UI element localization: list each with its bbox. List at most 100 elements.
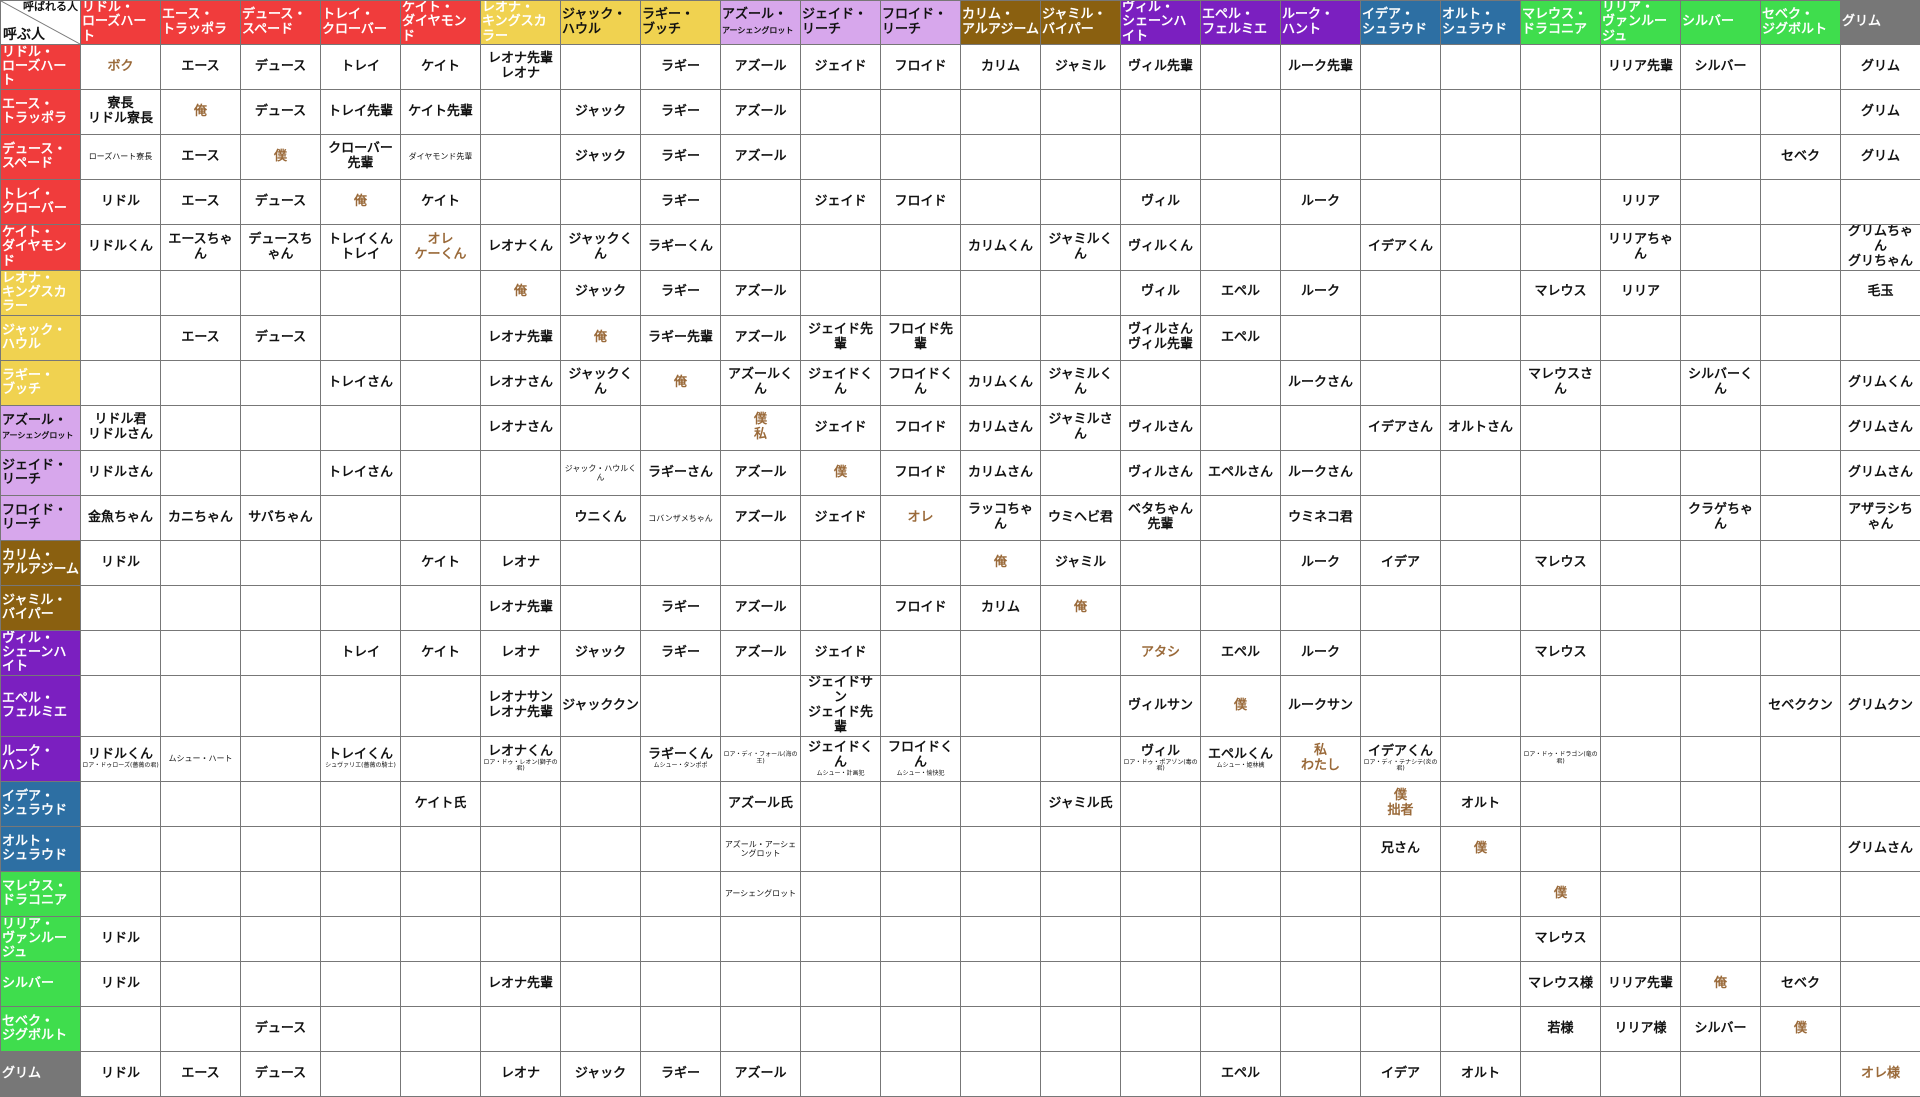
nickname-cell: ヴィルさんヴィル先輩: [1121, 315, 1201, 360]
column-header: レオナ・キングスカラー: [481, 1, 561, 45]
nickname-cell: [881, 782, 961, 827]
nickname-cell: [881, 90, 961, 135]
nickname-cell: アズール: [721, 586, 801, 631]
nickname-cell: [881, 270, 961, 315]
nickname-cell: [1361, 1007, 1441, 1052]
nickname-cell: [1201, 872, 1281, 917]
nickname-cell: [1521, 782, 1601, 827]
nickname-cell: セベク: [1761, 962, 1841, 1007]
nickname-cell: [1761, 631, 1841, 676]
nickname-cell: ジェイド先輩: [801, 315, 881, 360]
nickname-cell: デュース: [241, 315, 321, 360]
nickname-cell: クラゲちゃん: [1681, 496, 1761, 541]
nickname-cell: [1041, 827, 1121, 872]
nickname-cell: [1761, 270, 1841, 315]
nickname-cell: [641, 917, 721, 962]
nickname-cell: マレウス: [1521, 270, 1601, 315]
nickname-cell: [561, 586, 641, 631]
nickname-cell: ジャミルさん: [1041, 406, 1121, 451]
self-reference-cell: 俺: [961, 541, 1041, 586]
nickname-cell: [81, 782, 161, 827]
column-header-name-line2: トラッポラ: [162, 22, 227, 37]
nickname-cell: [641, 676, 721, 737]
nickname-cell: デュース: [241, 180, 321, 225]
nickname-cell: アーシェングロット: [721, 872, 801, 917]
nickname-cell: エペル: [1201, 1052, 1281, 1097]
self-reference-cell: 俺: [161, 90, 241, 135]
nickname-cell: [321, 270, 401, 315]
table-row: ヴィル・シェーンハイトトレイケイトレオナジャックラギーアズールジェイドアタシエペ…: [1, 631, 1920, 676]
nickname-cell: トレイさん: [321, 451, 401, 496]
nickname-cell: [1361, 451, 1441, 496]
column-header: マレウス・ドラコニア: [1521, 1, 1601, 45]
nickname-alt-note: ロア・ドゥ・ポアゾン(毒の君): [1122, 760, 1199, 773]
nickname-cell: [401, 451, 481, 496]
nickname-cell: フロイドくん: [881, 361, 961, 406]
nickname-cell: [1761, 361, 1841, 406]
nickname-cell: [1441, 361, 1521, 406]
column-header-name-line1: イデア・: [1362, 7, 1414, 22]
nickname-cell: トレイ先輩: [321, 90, 401, 135]
table-row: マレウス・ドラコニアアーシェングロット僕: [1, 872, 1920, 917]
column-header: カリム・アルアジーム: [961, 1, 1041, 45]
nickname-cell: イデア: [1361, 1052, 1441, 1097]
column-header: エース・トラッポラ: [161, 1, 241, 45]
nickname-cell: ラギー: [641, 270, 721, 315]
nickname-cell: [1441, 496, 1521, 541]
nickname-cell: ジャックくん: [561, 225, 641, 271]
column-header: ジェイド・リーチ: [801, 1, 881, 45]
self-reference-cell: 俺: [1041, 586, 1121, 631]
self-reference-cell: オレ様: [1841, 1052, 1920, 1097]
column-header-name-line1: エペル・: [1202, 7, 1254, 22]
nickname-cell: ルーク先輩: [1281, 45, 1361, 90]
table-row: フロイド・リーチ金魚ちゃんカニちゃんサバちゃんウニくんコバンザメちゃんアズールジ…: [1, 496, 1920, 541]
nickname-cell: [961, 1007, 1041, 1052]
nickname-cell: [641, 541, 721, 586]
nickname-cell: アズール: [721, 1052, 801, 1097]
row-header-name-line1: ラギー・: [2, 368, 54, 383]
nickname-cell: ベタちゃん先輩: [1121, 496, 1201, 541]
table-row: ジャミル・バイパーレオナ先輩ラギーアズールフロイドカリム俺: [1, 586, 1920, 631]
nickname-cell: [1121, 782, 1201, 827]
nickname-cell: [81, 631, 161, 676]
nickname-cell: [1121, 541, 1201, 586]
nickname-cell: ジャミルくん: [1041, 361, 1121, 406]
column-header-name-line2: リーチ: [802, 22, 841, 37]
nickname-cell: ルーク: [1281, 270, 1361, 315]
nickname-cell: [241, 736, 321, 781]
nickname-cell: [1681, 406, 1761, 451]
nickname-cell: [561, 541, 641, 586]
nickname-cell: レオナ: [481, 631, 561, 676]
row-header-name-line2: ブッチ: [2, 382, 41, 397]
column-header-name-line2: アルアジーム: [962, 22, 1039, 37]
nickname-cell: リドル: [81, 1052, 161, 1097]
self-reference-cell: 俺: [641, 361, 721, 406]
self-reference-cell: [1601, 917, 1681, 962]
nickname-alt-note: ロア・ディ・フォール(海の王): [722, 752, 799, 765]
nickname-cell: [1041, 736, 1121, 781]
column-header: イデア・シュラウド: [1361, 1, 1441, 45]
column-header: ヴィル・シェーンハイト: [1121, 1, 1201, 45]
row-header-name-line2: アルアジーム: [2, 562, 79, 577]
self-reference-cell: 僕拙者: [1361, 782, 1441, 827]
nickname-cell: [1521, 1052, 1601, 1097]
row-header-name-line1: エース・: [2, 97, 53, 112]
nickname-cell: グリム: [1841, 90, 1920, 135]
nickname-cell: フロイド: [881, 586, 961, 631]
nickname-cell: [561, 736, 641, 781]
nickname-cell: トレイ: [321, 631, 401, 676]
nickname-cell: [561, 917, 641, 962]
nickname-cell: [1681, 917, 1761, 962]
nickname-cell: [1281, 1052, 1361, 1097]
table-row: グリムリドルエースデュースレオナジャックラギーアズールエペルイデアオルトオレ様: [1, 1052, 1920, 1097]
nickname-cell: 毛玉: [1841, 270, 1920, 315]
nickname-cell: オルト: [1441, 1052, 1521, 1097]
nickname-cell: 寮長リドル寮長: [81, 90, 161, 135]
row-header: ラギー・ブッチ: [1, 361, 81, 406]
nickname-cell: [401, 270, 481, 315]
nickname-cell: アズール: [721, 45, 801, 90]
row-header-name-line2: ヴァンルージュ: [2, 931, 67, 960]
column-header: ラギー・ブッチ: [641, 1, 721, 45]
nickname-cell: ラッコちゃん: [961, 496, 1041, 541]
nickname-cell: [1361, 90, 1441, 135]
